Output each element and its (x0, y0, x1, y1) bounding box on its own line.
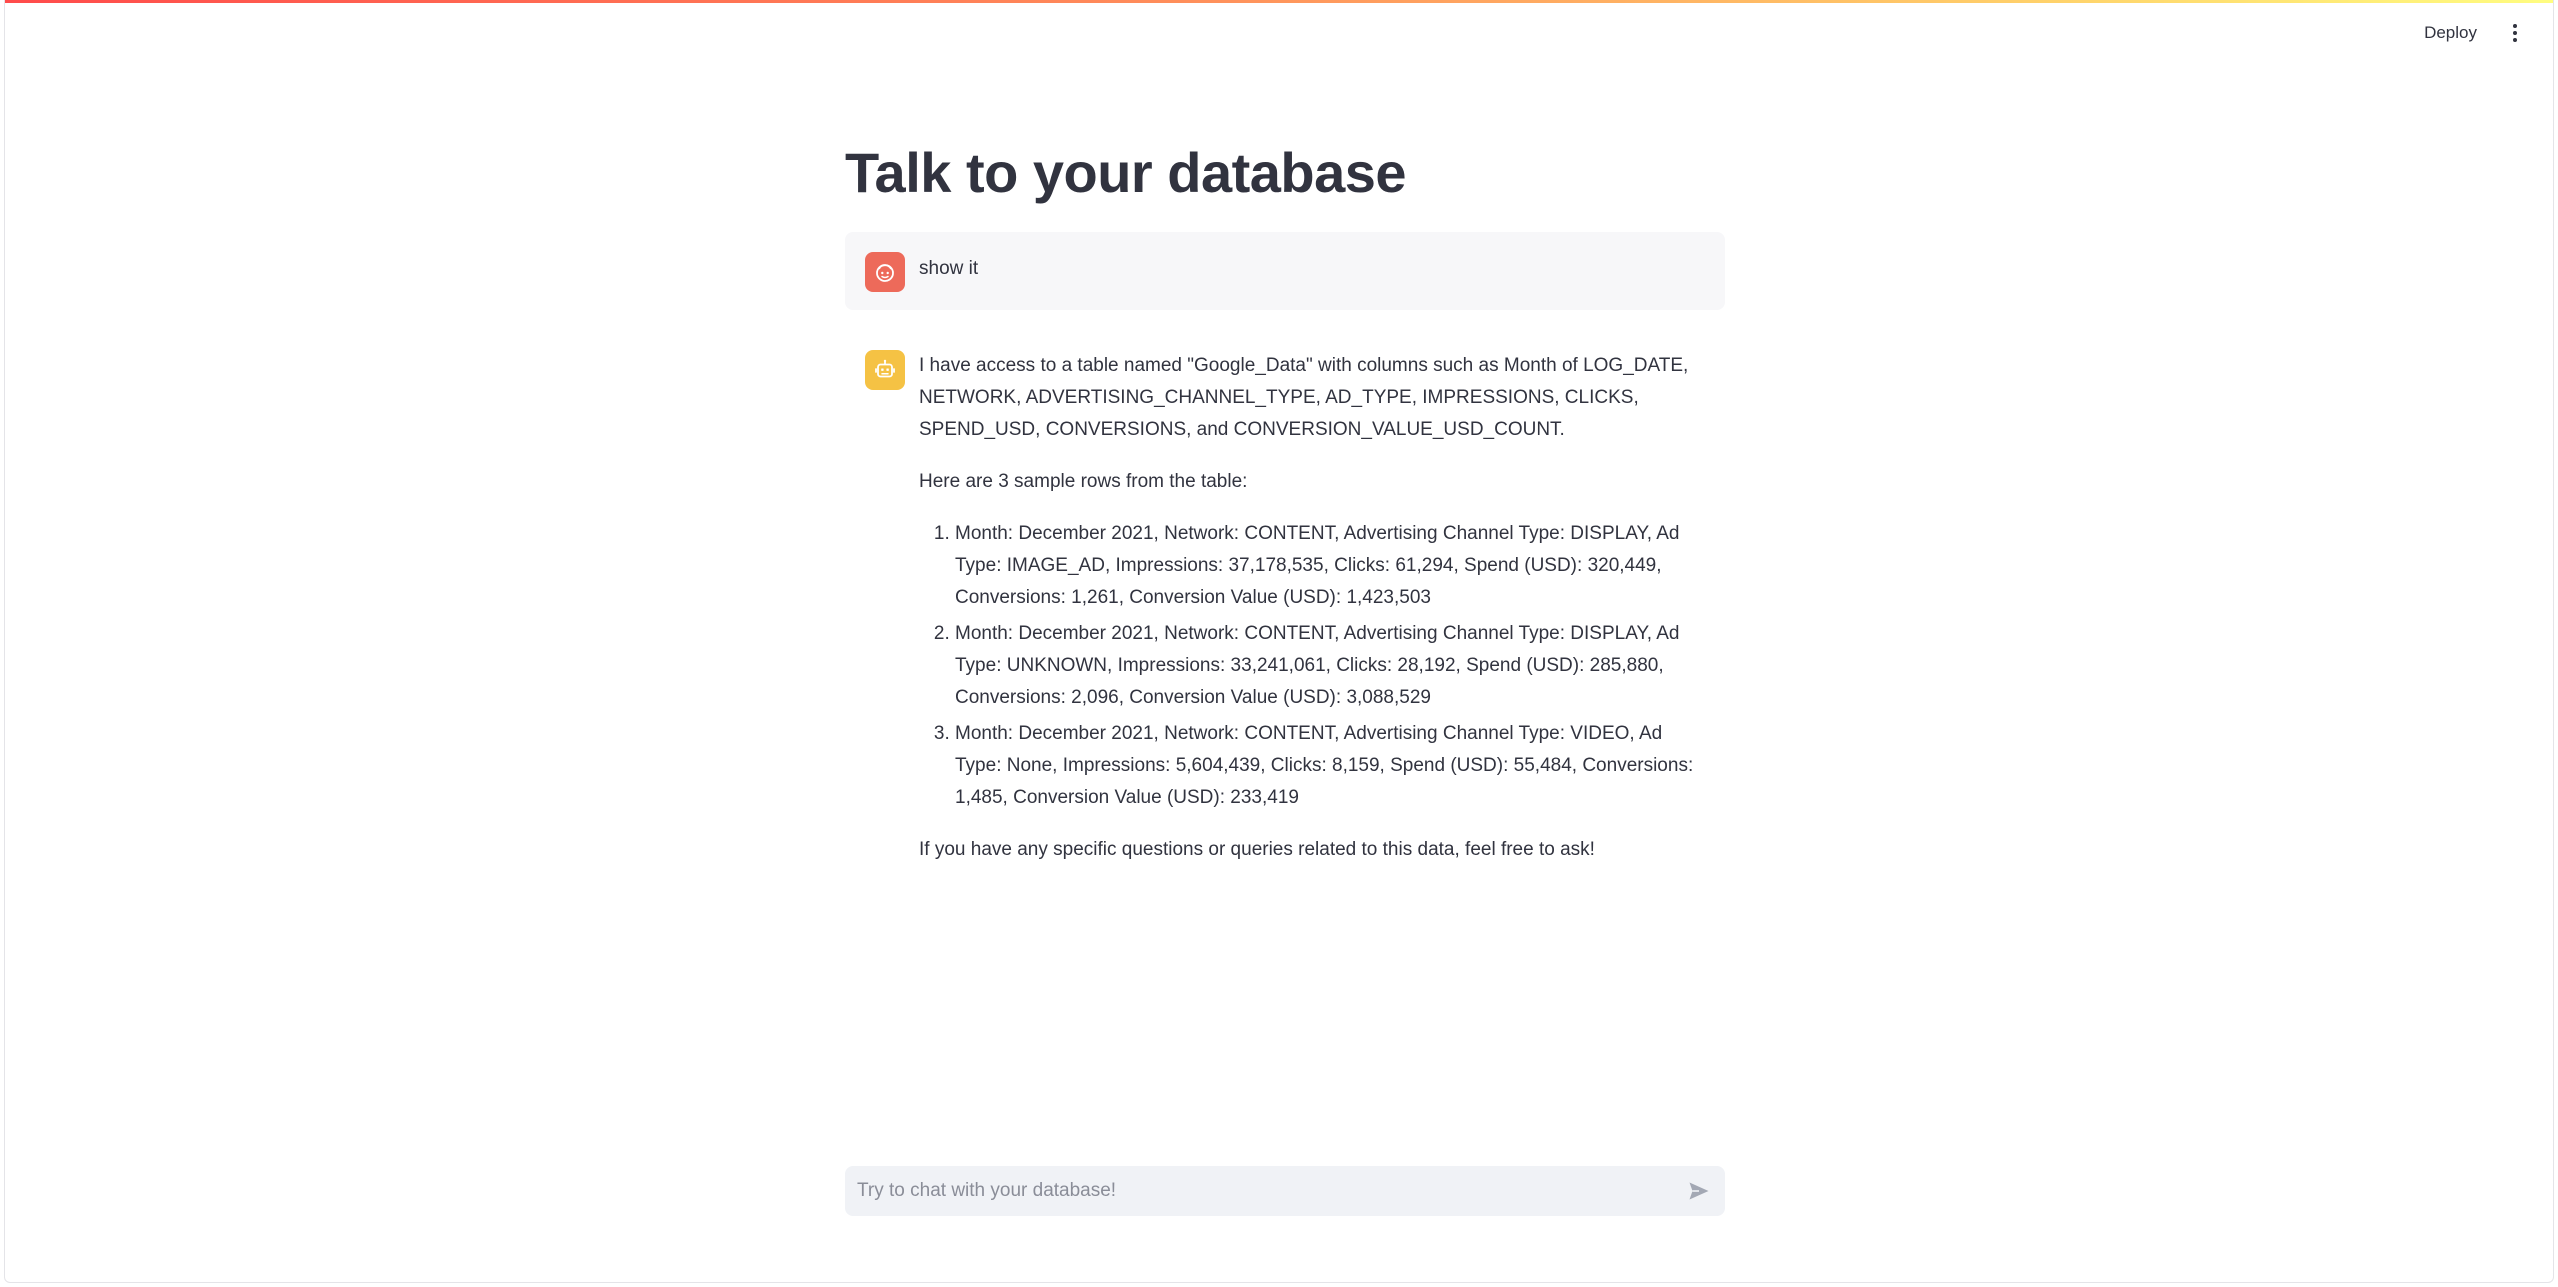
user-chat-message: show it (845, 232, 1725, 310)
sample-rows-list: Month: December 2021, Network: CONTENT, … (919, 518, 1699, 814)
send-button[interactable] (1685, 1177, 1713, 1205)
main-menu-button[interactable] (2499, 17, 2531, 49)
page-title: Talk to your database (845, 141, 1407, 204)
deploy-button[interactable]: Deploy (2412, 17, 2489, 49)
vertical-dots-icon (2513, 24, 2517, 28)
assistant-avatar (865, 350, 905, 390)
assistant-intro-text: I have access to a table named "Google_D… (919, 355, 1689, 440)
assistant-message-body: I have access to a table named "Google_D… (919, 350, 1699, 886)
vertical-dots-icon-dot (2513, 31, 2517, 35)
vertical-dots-icon-dot (2513, 38, 2517, 42)
assistant-outro-text: If you have any specific questions or qu… (919, 839, 1595, 860)
user-message-text: show it (919, 258, 979, 279)
sample-row-item: Month: December 2021, Network: CONTENT, … (955, 718, 1699, 814)
send-arrow-icon (1689, 1182, 1709, 1200)
sample-row-item: Month: December 2021, Network: CONTENT, … (955, 518, 1699, 614)
user-face-icon (876, 264, 894, 282)
chat-input-container (845, 1166, 1725, 1216)
assistant-sample-heading: Here are 3 sample rows from the table: (919, 471, 1248, 492)
sample-row-item: Month: December 2021, Network: CONTENT, … (955, 618, 1699, 714)
robot-icon (875, 359, 895, 378)
app-frame: Deploy Talk to your database show it I h… (4, 0, 2554, 1283)
user-avatar (865, 252, 905, 292)
chat-input[interactable] (845, 1166, 1665, 1216)
app-header: Deploy (5, 3, 2553, 59)
